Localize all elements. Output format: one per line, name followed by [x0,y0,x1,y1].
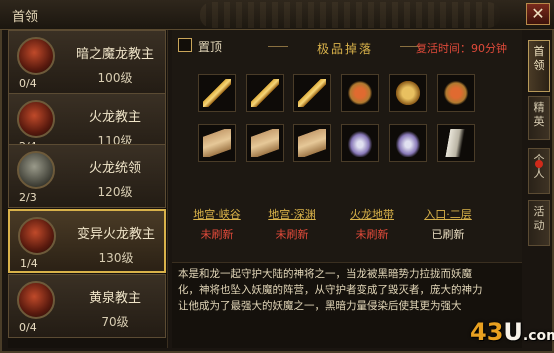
site-watermark: 43U.com [470,318,554,346]
drop-slot[interactable] [341,74,379,112]
boss-description: 本是和龙一起守护大陆的神将之一，当龙被黑暗势力拉拢而妖魔化，神将也坠入妖魔的阵营… [178,268,483,312]
title-bar[interactable]: 首领 [0,0,554,30]
boss-name: 黄泉教主 [88,291,141,306]
book-icon [203,129,231,157]
location-link[interactable]: 火龙地带 [337,206,407,222]
boss-portrait [17,100,55,138]
armor-icon [442,79,470,107]
drop-slot[interactable] [389,124,427,162]
crystal-icon [442,129,470,157]
drop-slot[interactable] [293,124,331,162]
refresh-status: 未刷新 [355,228,389,241]
boss-level: 120级 [97,185,133,199]
drop-slot[interactable] [246,74,284,112]
boss-name: 火龙统领 [88,161,141,176]
title-ornament-left [268,46,288,47]
drop-slot[interactable] [293,74,331,112]
boss-card[interactable]: 0/4 暗之魔龙教主 100级 [8,30,166,94]
respawn-time: 复活时间：90分钟 [416,42,507,55]
book-icon [251,129,279,157]
gem-icon [346,129,374,157]
weapon-icon [251,79,279,107]
boss-count: 2/3 [19,191,37,204]
drop-slot[interactable] [246,124,284,162]
boss-name: 火龙教主 [88,110,141,125]
gem-icon [394,129,422,157]
close-button[interactable]: ✕ [526,3,550,25]
book-icon [298,129,326,157]
boss-portrait [17,281,55,319]
boss-level: 100级 [97,71,133,85]
dragon-ornament [200,2,500,28]
boss-count: 1/4 [20,257,38,270]
boss-count: 0/4 [19,77,37,90]
boss-name: 变异火龙教主 [76,227,155,242]
refresh-status: 未刷新 [275,228,309,241]
armor-icon [346,79,374,107]
notification-dot [535,160,543,168]
watermark-prefix: 43 [470,318,504,346]
tab-0[interactable]: 首领 [528,40,550,92]
helm-icon [394,79,422,107]
refresh-status: 未刷新 [200,228,234,241]
drop-slot[interactable] [198,124,236,162]
drop-slot[interactable] [437,74,475,112]
boss-portrait [17,151,55,189]
drop-slot[interactable] [198,74,236,112]
boss-level: 70级 [101,315,129,329]
boss-card[interactable]: 2/3 火龙统领 120级 [8,144,166,208]
pin-checkbox[interactable] [178,38,192,52]
boss-card[interactable]: 0/4 黄泉教主 70级 [8,274,166,338]
tab-2[interactable]: 个人 [528,148,550,194]
boss-count: 0/4 [19,321,37,334]
boss-level: 130级 [98,251,134,265]
watermark-suffix: U [503,318,523,346]
drop-slot[interactable] [437,124,475,162]
pin-label: 置顶 [198,40,223,54]
watermark-tld: .com [522,328,554,344]
boss-portrait [17,37,55,75]
location-link[interactable]: 地宫·峡谷 [182,206,252,222]
boss-portrait [18,217,56,255]
weapon-icon [203,79,231,107]
tab-1[interactable]: 精英 [528,96,550,140]
drop-slot[interactable] [341,124,379,162]
boss-name: 暗之魔龙教主 [75,47,154,62]
weapon-icon [298,79,326,107]
location-link[interactable]: 入口·二层 [413,206,483,222]
location-link[interactable]: 地宫·深渊 [257,206,327,222]
refresh-status: 已刷新 [431,228,465,241]
tab-3[interactable]: 活动 [528,200,550,246]
drops-title: 极品掉落 [316,42,373,56]
drop-slot[interactable] [389,74,427,112]
window-title: 首领 [12,10,39,25]
boss-card[interactable]: 1/4 变异火龙教主 130级 [8,209,166,273]
